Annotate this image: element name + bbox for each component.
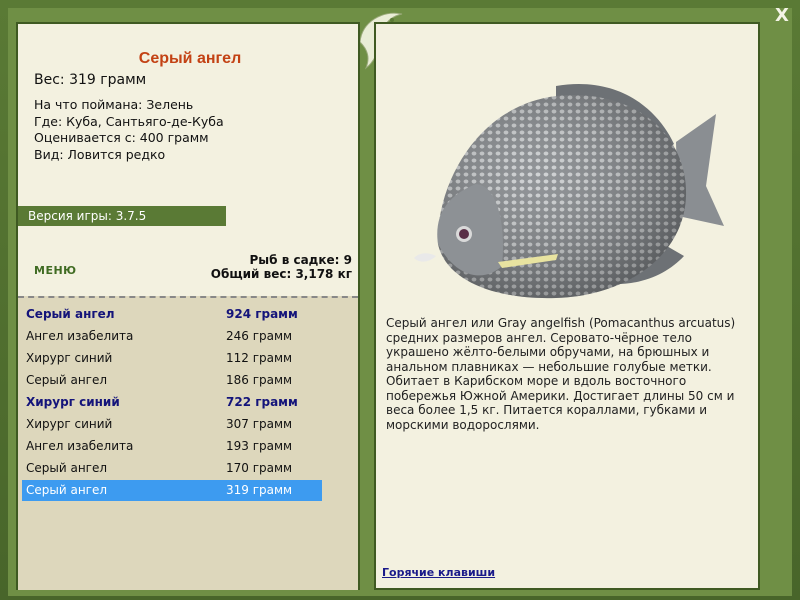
catch-row[interactable]: Хирург синий 722 грамм bbox=[22, 392, 322, 413]
catch-weight: 319 грамм bbox=[226, 483, 293, 497]
fish-details: На что поймана: Зелень Где: Куба, Сантья… bbox=[34, 97, 224, 163]
fish-weight: Вес: 319 грамм bbox=[34, 72, 147, 88]
angelfish-illustration bbox=[414, 84, 724, 299]
catch-name: Ангел изабелита bbox=[26, 329, 134, 343]
fish-info-panel: Серый ангел Вес: 319 грамм На что пойман… bbox=[16, 22, 360, 590]
catch-name: Серый ангел bbox=[26, 461, 108, 475]
catch-row[interactable]: Серый ангел 170 грамм bbox=[22, 458, 322, 479]
menu-button[interactable]: МЕНЮ bbox=[34, 264, 77, 277]
catch-name: Хирург синий bbox=[26, 417, 113, 431]
catch-name: Хирург синий bbox=[26, 351, 113, 365]
location: Где: Куба, Сантьяго-де-Куба bbox=[34, 113, 224, 129]
close-button[interactable]: X bbox=[770, 4, 794, 28]
catch-weight: 246 грамм bbox=[226, 329, 293, 343]
catch-weight: 170 грамм bbox=[226, 461, 293, 475]
fish-kind: Вид: Ловится редко bbox=[34, 146, 166, 162]
catch-name: Серый ангел bbox=[26, 483, 108, 497]
catch-weight: 307 грамм bbox=[226, 417, 293, 431]
catch-name: Ангел изабелита bbox=[26, 439, 134, 453]
catch-row[interactable]: Ангел изабелита 246 грамм bbox=[22, 326, 322, 347]
catch-weight: 193 грамм bbox=[226, 439, 293, 453]
catch-weight: 112 грамм bbox=[226, 351, 293, 365]
catch-row[interactable]: Серый ангел 924 грамм bbox=[22, 304, 322, 325]
catch-name: Хирург синий bbox=[26, 395, 120, 409]
catch-weight: 924 грамм bbox=[226, 307, 298, 321]
catch-row[interactable]: Хирург синий 307 грамм bbox=[22, 414, 322, 435]
catch-row[interactable]: Ангел изабелита 193 грамм bbox=[22, 436, 322, 457]
version-bar: Версия игры: 3.7.5 bbox=[18, 206, 226, 226]
catch-weight: 722 грамм bbox=[226, 395, 298, 409]
catch-name: Серый ангел bbox=[26, 373, 108, 387]
hotkeys-link[interactable]: Горячие клавиши bbox=[382, 566, 495, 579]
fish-description: Серый ангел или Gray angelfish (Pomacant… bbox=[386, 316, 736, 432]
caught-on: На что поймана: Зелень bbox=[34, 97, 194, 112]
fish-picture-panel: Серый ангел или Gray angelfish (Pomacant… bbox=[374, 22, 760, 590]
valued-from: Оценивается с: 400 грамм bbox=[34, 130, 209, 145]
keepnet-stats: Рыб в садке: 9 Общий вес: 3,178 кг bbox=[211, 253, 352, 281]
fish-count: Рыб в садке: 9 bbox=[249, 253, 353, 267]
fish-title: Серый ангел bbox=[138, 50, 242, 67]
total-weight: Общий вес: 3,178 кг bbox=[210, 267, 352, 281]
catch-name: Серый ангел bbox=[26, 307, 115, 321]
catch-row[interactable]: Хирург синий 112 грамм bbox=[22, 348, 322, 369]
catch-row[interactable]: Серый ангел 186 грамм bbox=[22, 370, 322, 391]
catch-list: Серый ангел 924 грамм Ангел изабелита 246 … bbox=[18, 296, 358, 590]
catch-row[interactable]: Серый ангел 319 грамм bbox=[22, 480, 322, 501]
catch-weight: 186 грамм bbox=[226, 373, 293, 387]
